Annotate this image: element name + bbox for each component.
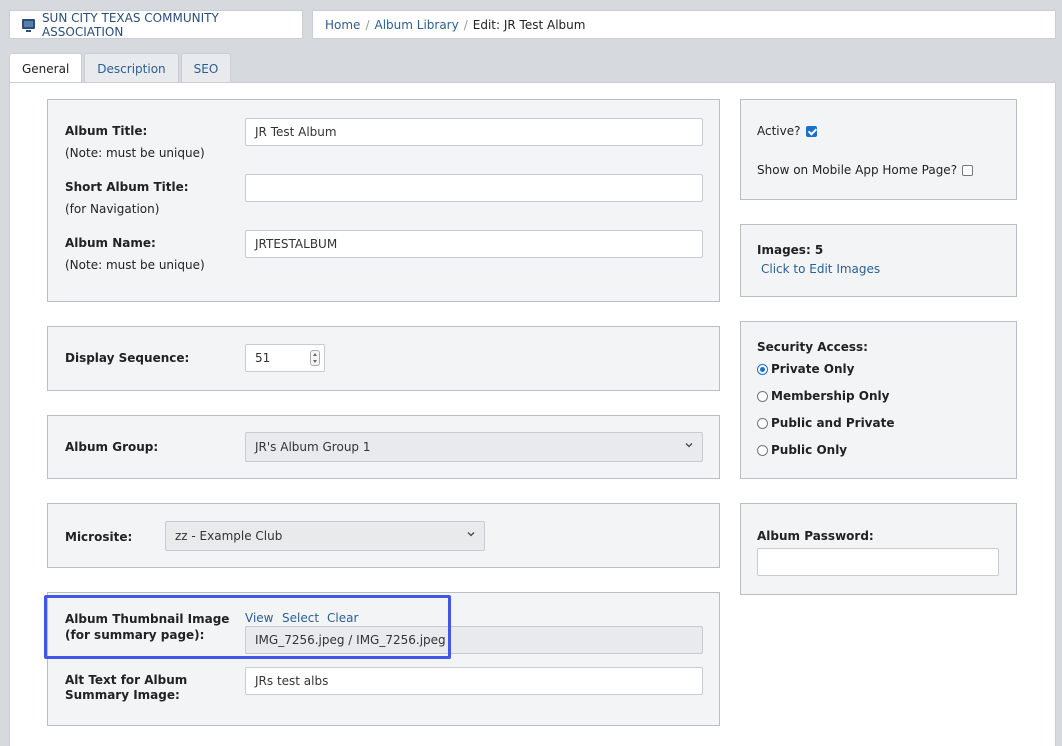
tab-description[interactable]: Description	[84, 53, 179, 83]
images-panel: Images: 5 Click to Edit Images	[740, 224, 1017, 297]
breadcrumb-album-library[interactable]: Album Library	[374, 18, 458, 32]
password-panel: Album Password:	[740, 503, 1017, 595]
display-sequence-value: 51	[255, 351, 271, 365]
edit-images-link[interactable]: Click to Edit Images	[761, 262, 880, 276]
active-checkbox[interactable]	[805, 125, 817, 137]
tab-bar: General Description SEO	[9, 53, 233, 84]
site-brand[interactable]: SUN CITY TEXAS COMMUNITY ASSOCIATION	[9, 10, 303, 39]
breadcrumb-current: Edit: JR Test Album	[472, 17, 586, 32]
tab-general[interactable]: General	[9, 53, 83, 84]
security-option-private-only[interactable]: Private Only	[757, 362, 854, 376]
images-count: Images: 5	[757, 243, 824, 257]
radio-selected[interactable]	[757, 363, 768, 375]
microsite-label: Microsite:	[65, 530, 133, 544]
security-option-public-only[interactable]: Public Only	[757, 443, 847, 457]
album-group-label: Album Group:	[65, 440, 159, 454]
chevron-down-icon	[685, 443, 693, 448]
display-sequence-input[interactable]: 51	[245, 344, 325, 372]
short-album-title-label: Short Album Title:	[65, 180, 189, 194]
status-panel: Active? Show on Mobile App Home Page?	[740, 99, 1017, 200]
breadcrumb: Home / Album Library / Edit: JR Test Alb…	[312, 10, 1056, 39]
security-option-label: Private Only	[771, 362, 855, 376]
alt-text-input[interactable]: JRs test albs	[245, 667, 703, 695]
security-option-public-and-private[interactable]: Public and Private	[757, 416, 894, 430]
microsite-panel: Microsite: zz - Example Club	[47, 503, 720, 568]
mobile-home-checkbox[interactable]	[962, 164, 974, 176]
security-option-label: Public and Private	[771, 416, 895, 430]
display-sequence-panel: Display Sequence: 51	[47, 326, 720, 391]
brand-text: SUN CITY TEXAS COMMUNITY ASSOCIATION	[41, 10, 219, 39]
album-name-input[interactable]: JRTESTALBUM	[245, 230, 703, 258]
microsite-value: zz - Example Club	[175, 529, 283, 543]
titles-panel: Album Title: (Note: must be unique) JR T…	[47, 99, 720, 302]
security-panel: Security Access: Private Only Membership…	[740, 321, 1017, 479]
radio[interactable]	[757, 444, 768, 456]
security-access-label: Security Access:	[757, 340, 868, 354]
album-group-panel: Album Group: JR's Album Group 1	[47, 415, 720, 479]
mobile-home-row: Show on Mobile App Home Page?	[757, 163, 974, 177]
breadcrumb-separator: /	[365, 17, 370, 32]
tab-seo[interactable]: SEO	[180, 53, 232, 83]
album-title-label: Album Title:	[65, 124, 148, 138]
album-password-label: Album Password:	[757, 529, 874, 543]
breadcrumb-separator: /	[463, 17, 468, 32]
breadcrumb-home[interactable]: Home	[325, 18, 360, 32]
mobile-home-label: Show on Mobile App Home Page?	[757, 163, 958, 177]
album-title-note: (Note: must be unique)	[65, 146, 205, 160]
short-album-title-input[interactable]	[245, 174, 703, 202]
security-option-label: Public Only	[771, 443, 848, 457]
microsite-select[interactable]: zz - Example Club	[165, 521, 485, 551]
album-group-value: JR's Album Group 1	[255, 440, 371, 454]
album-name-note: (Note: must be unique)	[65, 258, 205, 272]
display-sequence-label: Display Sequence:	[65, 351, 190, 365]
chevron-down-icon	[467, 532, 475, 537]
radio[interactable]	[757, 390, 768, 402]
thumbnail-highlight-box	[44, 595, 451, 659]
short-album-title-note: (for Navigation)	[65, 202, 160, 216]
active-label: Active?	[757, 124, 801, 138]
active-row: Active?	[757, 124, 817, 138]
album-title-input[interactable]: JR Test Album	[245, 118, 703, 146]
album-name-label: Album Name:	[65, 236, 156, 250]
top-strip	[0, 0, 1062, 10]
album-password-input[interactable]	[757, 548, 999, 576]
alt-text-label: Alt Text for Album Summary Image:	[65, 673, 188, 702]
album-group-select[interactable]: JR's Album Group 1	[245, 432, 703, 462]
monitor-icon	[22, 18, 35, 32]
number-spinner-icon[interactable]	[310, 350, 320, 366]
security-option-label: Membership Only	[771, 389, 890, 403]
security-option-membership-only[interactable]: Membership Only	[757, 389, 889, 403]
radio[interactable]	[757, 417, 768, 429]
